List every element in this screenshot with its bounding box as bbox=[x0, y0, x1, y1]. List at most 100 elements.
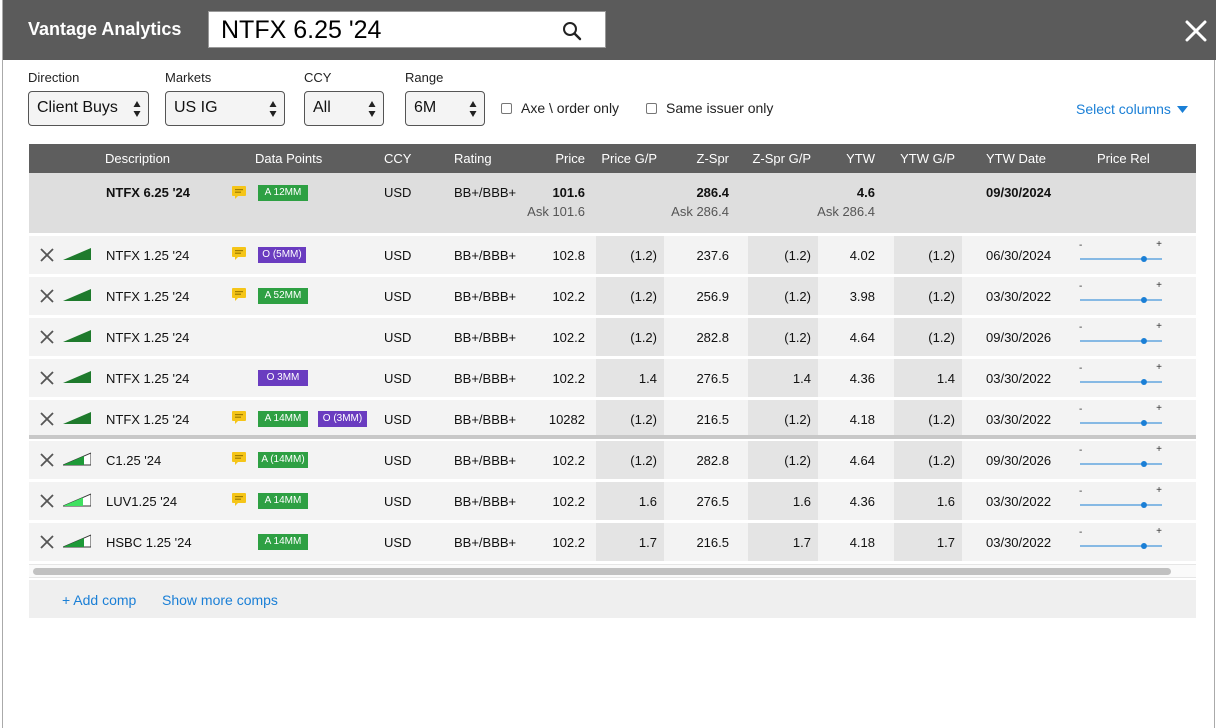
range-select[interactable]: 6M bbox=[405, 91, 485, 126]
comp-zspr: 276.5 bbox=[696, 494, 729, 509]
comp-ytw: 4.18 bbox=[849, 412, 875, 427]
col-header-description[interactable]: Description bbox=[105, 151, 170, 166]
comp-ccy: USD bbox=[384, 453, 412, 468]
direction-value: Client Buys bbox=[37, 99, 118, 116]
remove-x-icon[interactable] bbox=[40, 412, 54, 426]
data-point-tag[interactable]: A 12MM bbox=[258, 185, 308, 201]
comp-row[interactable]: NTFX 1.25 '24 USD BB+/BBB+ 102.2 (1.2) 282.8 (… bbox=[29, 318, 1196, 356]
liquidity-signal-icon bbox=[63, 412, 91, 424]
comp-description: NTFX 1.25 '24 bbox=[106, 289, 190, 304]
price-rel-slider: - + bbox=[1078, 280, 1164, 307]
select-columns-link[interactable]: Select columns bbox=[1076, 101, 1188, 117]
search-box[interactable] bbox=[208, 11, 606, 48]
comp-ytw: 4.64 bbox=[849, 330, 875, 345]
direction-select[interactable]: Client Buys bbox=[28, 91, 149, 126]
data-point-tag[interactable]: O (3MM) bbox=[318, 411, 367, 427]
search-icon[interactable] bbox=[561, 20, 583, 42]
comp-price: 10282 bbox=[548, 412, 585, 427]
comp-zspr-gp: 1.4 bbox=[792, 371, 811, 386]
comp-row[interactable]: NTFX 1.25 '24 A 52MM USD BB+/BBB+ 102.2 (1.2)… bbox=[29, 277, 1196, 315]
remove-x-icon[interactable] bbox=[40, 494, 54, 508]
comp-ytw-date: 03/30/2022 bbox=[986, 494, 1052, 509]
comp-rating: BB+/BBB+ bbox=[454, 289, 517, 304]
checkbox-box[interactable] bbox=[501, 103, 512, 114]
axe-order-only-label: Axe \ order only bbox=[521, 100, 620, 116]
col-header-price-rel[interactable]: Price Rel bbox=[1097, 151, 1150, 166]
remove-x-icon[interactable] bbox=[40, 453, 54, 467]
remove-x-icon[interactable] bbox=[40, 535, 54, 549]
data-point-tag[interactable]: O (5MM) bbox=[258, 247, 306, 263]
comp-row[interactable]: NTFX 1.25 '24 A 14MM O (3MM) USD BB+/BBB+ 102… bbox=[29, 400, 1196, 438]
comp-row[interactable]: C1.25 '24 A (14MM) USD BB+/BBB+ 102.2 (1.2) 28… bbox=[29, 441, 1196, 479]
primary-price-ask: Ask 101.6 bbox=[527, 204, 585, 219]
data-point-tag[interactable]: A 14MM bbox=[258, 493, 308, 509]
liquidity-signal-icon bbox=[63, 493, 91, 507]
comp-row[interactable]: HSBC 1.25 '24 A 14MM USD BB+/BBB+ 102.2 1.7 21… bbox=[29, 523, 1196, 561]
chat-icon[interactable] bbox=[232, 411, 246, 424]
primary-ytw-ask: Ask 286.4 bbox=[817, 204, 875, 219]
chat-icon[interactable] bbox=[232, 186, 246, 199]
remove-x-icon[interactable] bbox=[40, 371, 54, 385]
updown-arrows-icon bbox=[469, 101, 477, 117]
comp-ytw-gp: (1.2) bbox=[928, 248, 955, 263]
markets-select[interactable]: US IG bbox=[165, 91, 285, 126]
chat-icon[interactable] bbox=[232, 288, 246, 301]
horizontal-scrollbar[interactable] bbox=[29, 564, 1196, 578]
comp-ytw: 4.02 bbox=[849, 248, 875, 263]
chat-icon[interactable] bbox=[232, 452, 246, 465]
add-comp-link[interactable]: + Add comp bbox=[62, 592, 136, 608]
remove-x-icon[interactable] bbox=[40, 289, 54, 303]
primary-bond-row[interactable]: NTFX 6.25 '24 A 12MM USD BB+/BBB+ 101.6 … bbox=[29, 173, 1196, 233]
col-header-price-gp[interactable]: Price G/P bbox=[601, 151, 657, 166]
col-header-rating[interactable]: Rating bbox=[454, 151, 492, 166]
col-header-ytw[interactable]: YTW bbox=[846, 151, 875, 166]
checkbox-box[interactable] bbox=[646, 103, 657, 114]
col-header-ytw-gp[interactable]: YTW G/P bbox=[900, 151, 955, 166]
price-rel-track bbox=[1080, 379, 1162, 385]
axe-order-only-checkbox[interactable]: Axe \ order only bbox=[501, 100, 619, 116]
remove-x-icon[interactable] bbox=[40, 248, 54, 262]
liquidity-signal-icon bbox=[63, 371, 91, 383]
data-point-tag[interactable]: A 14MM bbox=[258, 534, 308, 550]
app-window: Vantage Analytics Direction Client Buys … bbox=[2, 0, 1216, 728]
comp-ytw: 3.98 bbox=[849, 289, 875, 304]
col-header-ccy[interactable]: CCY bbox=[384, 151, 411, 166]
comp-ccy: USD bbox=[384, 494, 412, 509]
comp-zspr-gp: (1.2) bbox=[784, 330, 811, 345]
scrollbar-thumb[interactable] bbox=[33, 568, 1171, 575]
search-input[interactable] bbox=[221, 15, 551, 45]
close-icon[interactable] bbox=[1185, 20, 1207, 42]
comp-ytw: 4.64 bbox=[849, 453, 875, 468]
comp-zspr: 282.8 bbox=[696, 330, 729, 345]
price-rel-slider: - + bbox=[1078, 403, 1164, 430]
remove-x-icon[interactable] bbox=[40, 330, 54, 344]
comp-row[interactable]: NTFX 1.25 '24 O (5MM) USD BB+/BBB+ 102.8 (1.2… bbox=[29, 236, 1196, 274]
data-point-tag[interactable]: O 3MM bbox=[258, 370, 308, 386]
price-rel-track bbox=[1080, 461, 1162, 467]
data-point-tag[interactable]: A 14MM bbox=[258, 411, 308, 427]
comp-zspr-gp: (1.2) bbox=[784, 248, 811, 263]
comp-ccy: USD bbox=[384, 371, 412, 386]
data-point-tag[interactable]: A (14MM) bbox=[258, 452, 308, 468]
comp-row[interactable]: LUV1.25 '24 A 14MM USD BB+/BBB+ 102.2 1.6 276.… bbox=[29, 482, 1196, 520]
col-header-zspr[interactable]: Z-Spr bbox=[697, 151, 730, 166]
same-issuer-only-checkbox[interactable]: Same issuer only bbox=[646, 100, 773, 116]
ccy-value: All bbox=[313, 99, 331, 116]
chat-icon[interactable] bbox=[232, 247, 246, 260]
comp-row[interactable]: NTFX 1.25 '24 O 3MM USD BB+/BBB+ 102.2 1.4 276… bbox=[29, 359, 1196, 397]
ccy-select[interactable]: All bbox=[304, 91, 384, 126]
col-header-data-points[interactable]: Data Points bbox=[255, 151, 322, 166]
comp-ytw-date: 09/30/2026 bbox=[986, 330, 1052, 345]
col-header-ytw-date[interactable]: YTW Date bbox=[986, 151, 1046, 166]
chat-icon[interactable] bbox=[232, 493, 246, 506]
comp-description: LUV1.25 '24 bbox=[106, 494, 178, 509]
price-rel-track bbox=[1080, 338, 1162, 344]
show-more-comps-link[interactable]: Show more comps bbox=[162, 592, 278, 608]
comp-description: HSBC 1.25 '24 bbox=[106, 535, 192, 550]
data-point-tag[interactable]: A 52MM bbox=[258, 288, 308, 304]
col-header-zspr-gp[interactable]: Z-Spr G/P bbox=[752, 151, 811, 166]
comp-ccy: USD bbox=[384, 248, 412, 263]
comp-rating: BB+/BBB+ bbox=[454, 371, 517, 386]
comp-rating: BB+/BBB+ bbox=[454, 248, 517, 263]
col-header-price[interactable]: Price bbox=[555, 151, 585, 166]
